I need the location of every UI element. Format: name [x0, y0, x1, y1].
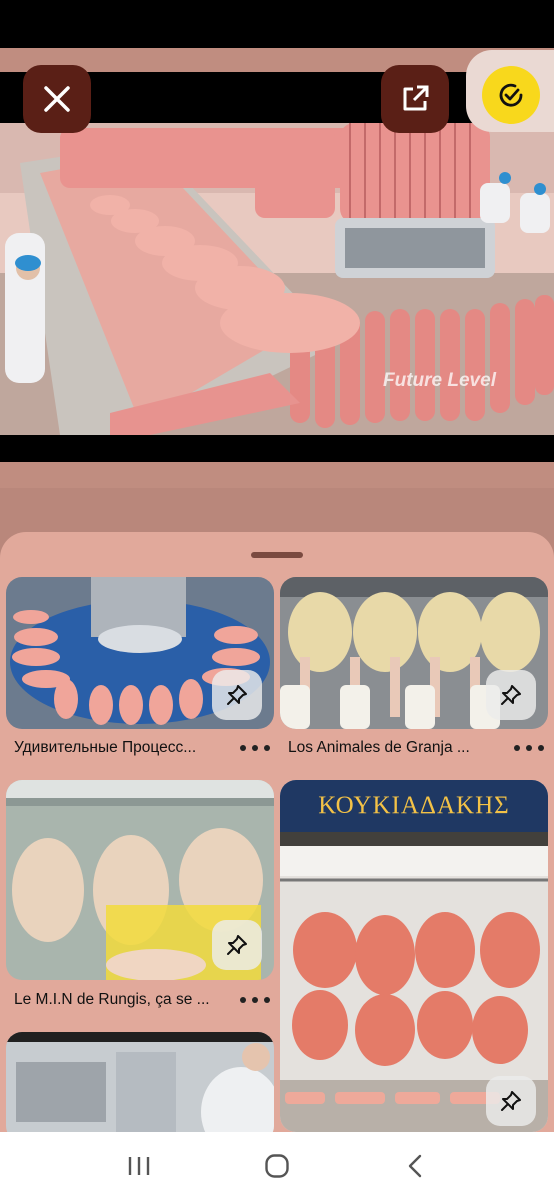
- recents-icon: [128, 1157, 150, 1175]
- pin-card[interactable]: [6, 577, 274, 729]
- recents-button[interactable]: [109, 1141, 169, 1191]
- more-options-button[interactable]: [514, 735, 544, 761]
- pin-image-machine: [6, 1032, 274, 1132]
- home-button[interactable]: [247, 1141, 307, 1191]
- visual-search-icon: [499, 83, 523, 107]
- pin-icon: [501, 685, 521, 705]
- save-pin-button[interactable]: [486, 670, 536, 720]
- save-pin-button[interactable]: [212, 670, 262, 720]
- back-icon: [408, 1154, 422, 1178]
- pin-card[interactable]: ΚΟΥΚΙΑΔΑΚΗΣ: [280, 780, 548, 1132]
- pin-icon: [227, 935, 247, 955]
- pin-title[interactable]: Удивительные Процесс...: [14, 735, 230, 761]
- visual-search-button[interactable]: [482, 66, 540, 124]
- watermark: Future Level: [383, 370, 496, 391]
- save-pin-button[interactable]: [486, 1076, 536, 1126]
- close-button[interactable]: [23, 65, 91, 133]
- more-options-button[interactable]: [240, 735, 270, 761]
- more-options-button[interactable]: [240, 987, 270, 1013]
- status-bar: [0, 0, 554, 48]
- pin-icon: [227, 685, 247, 705]
- home-icon: [265, 1154, 289, 1178]
- pin-card[interactable]: [6, 1032, 274, 1132]
- shop-sign-text: ΚΟΥΚΙΑΔΑΚΗΣ: [318, 792, 510, 819]
- related-pins-sheet[interactable]: Удивительные Процесс... Los Animales de …: [0, 532, 554, 1132]
- system-navigation-bar: [0, 1132, 554, 1200]
- pin-card[interactable]: [280, 577, 548, 729]
- open-external-button[interactable]: [381, 65, 449, 133]
- external-link-icon: [403, 85, 429, 111]
- sheet-grabber[interactable]: [251, 552, 303, 558]
- hero-image[interactable]: Future Level: [0, 123, 554, 435]
- save-pin-button[interactable]: [212, 920, 262, 970]
- pin-icon: [501, 1091, 521, 1111]
- pin-title[interactable]: Los Animales de Granja ...: [288, 735, 504, 761]
- close-icon: [44, 86, 70, 112]
- back-button[interactable]: [385, 1141, 445, 1191]
- pin-title[interactable]: Le M.I.N de Rungis, ça se ...: [14, 987, 230, 1013]
- pin-card[interactable]: [6, 780, 274, 980]
